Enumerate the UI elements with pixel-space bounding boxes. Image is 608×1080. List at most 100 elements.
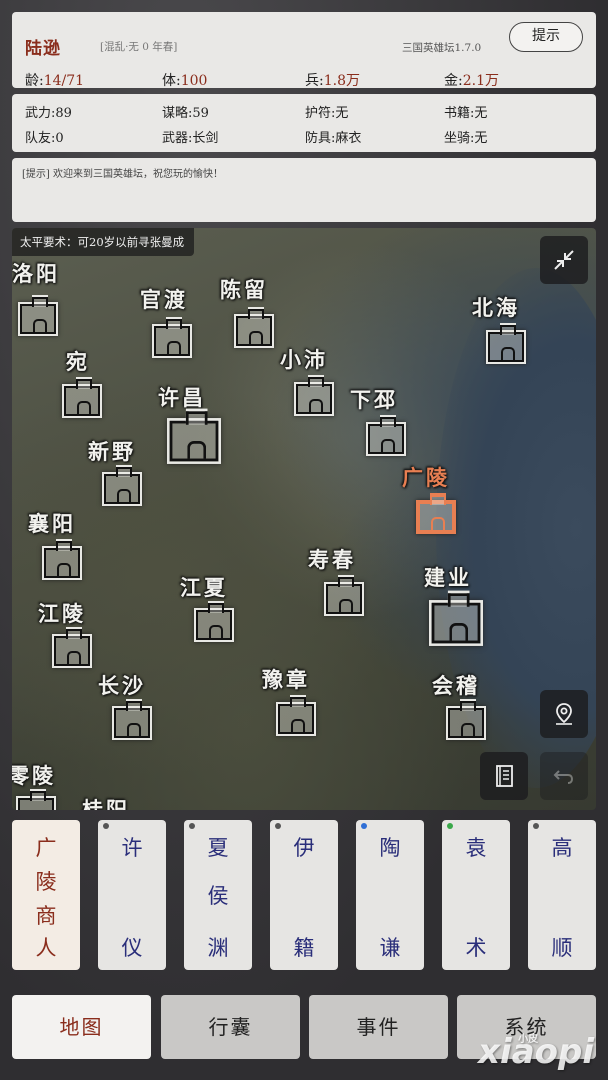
castle-icon[interactable] [368, 417, 404, 454]
castle-icon[interactable] [44, 541, 80, 578]
card-char: 伊 [293, 836, 315, 860]
castle-icon[interactable] [431, 593, 481, 644]
attr-book: 书籍:无 [444, 102, 487, 121]
stat-value: 14/71 [43, 73, 85, 89]
castle-icon[interactable] [326, 577, 362, 614]
stat-label: 体: [162, 73, 181, 89]
status-dot [103, 823, 109, 829]
attr-value: 89 [55, 106, 72, 121]
castle-icon[interactable] [64, 379, 100, 416]
card-char: 仪 [121, 936, 143, 960]
collapse-arrows-icon [554, 250, 574, 270]
status-dot [447, 823, 453, 829]
castle-icon[interactable] [236, 309, 272, 346]
castle-icon[interactable] [196, 603, 232, 640]
attr-value: 麻衣 [335, 131, 362, 146]
collapse-button[interactable] [540, 236, 588, 284]
stat-label: 兵: [305, 73, 324, 89]
back-button[interactable] [540, 752, 588, 800]
castle-icon-active[interactable] [418, 495, 454, 532]
status-dot [361, 823, 367, 829]
card-char: 高 [551, 836, 573, 860]
map-hint-banner: 太平要术：可20岁以前寻张曼成 [12, 228, 195, 256]
map-pin-icon [556, 703, 572, 725]
castle-icon[interactable] [169, 411, 219, 462]
attr-weapon: 武器:长剑 [162, 127, 218, 146]
city-label-xiangyang: 襄阳 [28, 511, 76, 536]
character-card-merchant[interactable]: 广 陵 商 人 [12, 820, 80, 970]
world-map[interactable]: 太平要术：可20岁以前寻张曼成 洛阳 官渡 陈留 北海 宛 小沛 许昌 下邳 新… [12, 228, 596, 810]
hint-button[interactable]: 提示 [509, 22, 583, 52]
city-label-changsha: 长沙 [98, 673, 146, 698]
city-label-guandu: 官渡 [140, 287, 188, 312]
character-card[interactable]: 伊 籍 [270, 820, 338, 970]
city-label-kuaiji: 会稽 [432, 673, 480, 698]
city-label-beihai: 北海 [472, 295, 520, 320]
attr-label: 谋略: [162, 106, 193, 121]
character-card[interactable]: 袁 术 [442, 820, 510, 970]
card-char: 广 [35, 836, 57, 860]
card-char: 侯 [207, 884, 229, 908]
card-char: 商 [35, 904, 57, 928]
nav-events-button[interactable]: 事件 [309, 995, 448, 1059]
stat-stamina: 体:100 [162, 70, 207, 90]
city-label-chenliu: 陈留 [220, 277, 268, 302]
attr-amulet: 护符:无 [305, 102, 348, 121]
locate-button[interactable] [540, 690, 588, 738]
book-icon [496, 765, 513, 787]
city-label-jiangxia: 江夏 [180, 575, 228, 600]
stat-value: 100 [180, 73, 208, 89]
card-char: 陵 [35, 870, 57, 894]
castle-icon[interactable] [54, 629, 90, 666]
stat-label: 金: [444, 73, 463, 89]
castle-icon[interactable] [154, 319, 190, 356]
character-card[interactable]: 陶 谦 [356, 820, 424, 970]
castle-icon[interactable] [20, 297, 56, 334]
journal-button[interactable] [480, 752, 528, 800]
attr-label: 书籍: [444, 106, 475, 121]
card-char: 渊 [207, 936, 229, 960]
nav-bag-button[interactable]: 行囊 [161, 995, 300, 1059]
card-char: 袁 [465, 836, 487, 860]
attr-label: 坐骑: [444, 131, 475, 146]
attr-label: 队友: [25, 131, 56, 146]
stat-value: 1.8万 [323, 73, 360, 89]
castle-icon[interactable] [488, 325, 524, 362]
attr-label: 防具: [305, 131, 336, 146]
version-label: 三国英雄坛1.7.0 [402, 42, 482, 54]
castle-icon[interactable] [278, 697, 314, 734]
stat-label: 龄: [25, 73, 44, 89]
nav-map-button[interactable]: 地图 [12, 995, 151, 1059]
era-label: [混乱·无 0 年春] [100, 41, 178, 53]
castle-icon[interactable] [114, 701, 150, 738]
status-dot [533, 823, 539, 829]
attributes-panel: 武力:89 谋略:59 护符:无 书籍:无 队友:0 武器:长剑 防具:麻衣 坐… [12, 94, 596, 152]
attr-value: 长剑 [192, 131, 219, 146]
status-dot [275, 823, 281, 829]
stat-age: 龄:14/71 [25, 70, 84, 90]
city-label-shouchun: 寿春 [308, 547, 356, 572]
attr-value: 59 [192, 106, 209, 121]
character-card[interactable]: 许 仪 [98, 820, 166, 970]
city-label-xuchang: 许昌 [158, 385, 206, 410]
attr-value: 无 [474, 106, 488, 121]
attr-value: 无 [474, 131, 488, 146]
castle-icon[interactable] [18, 791, 54, 810]
character-card[interactable]: 高 顺 [528, 820, 596, 970]
castle-icon[interactable] [296, 377, 332, 414]
castle-icon[interactable] [104, 467, 140, 504]
stat-gold: 金:2.1万 [444, 70, 499, 90]
card-char: 人 [35, 936, 57, 960]
city-label-jiangling: 江陵 [38, 601, 86, 626]
attr-force: 武力:89 [25, 102, 72, 121]
watermark-small: 小皮 [518, 1034, 539, 1045]
attr-strategy: 谋略:59 [162, 102, 209, 121]
undo-arrow-icon [553, 770, 574, 784]
castle-icon[interactable] [448, 701, 484, 738]
stat-value: 2.1万 [462, 73, 499, 89]
city-label-yuzhang: 豫章 [262, 667, 310, 692]
attr-label: 护符: [305, 106, 336, 121]
character-card[interactable]: 夏 侯 渊 [184, 820, 252, 970]
attr-mount: 坐骑:无 [444, 127, 487, 146]
stat-troops: 兵:1.8万 [305, 70, 360, 90]
